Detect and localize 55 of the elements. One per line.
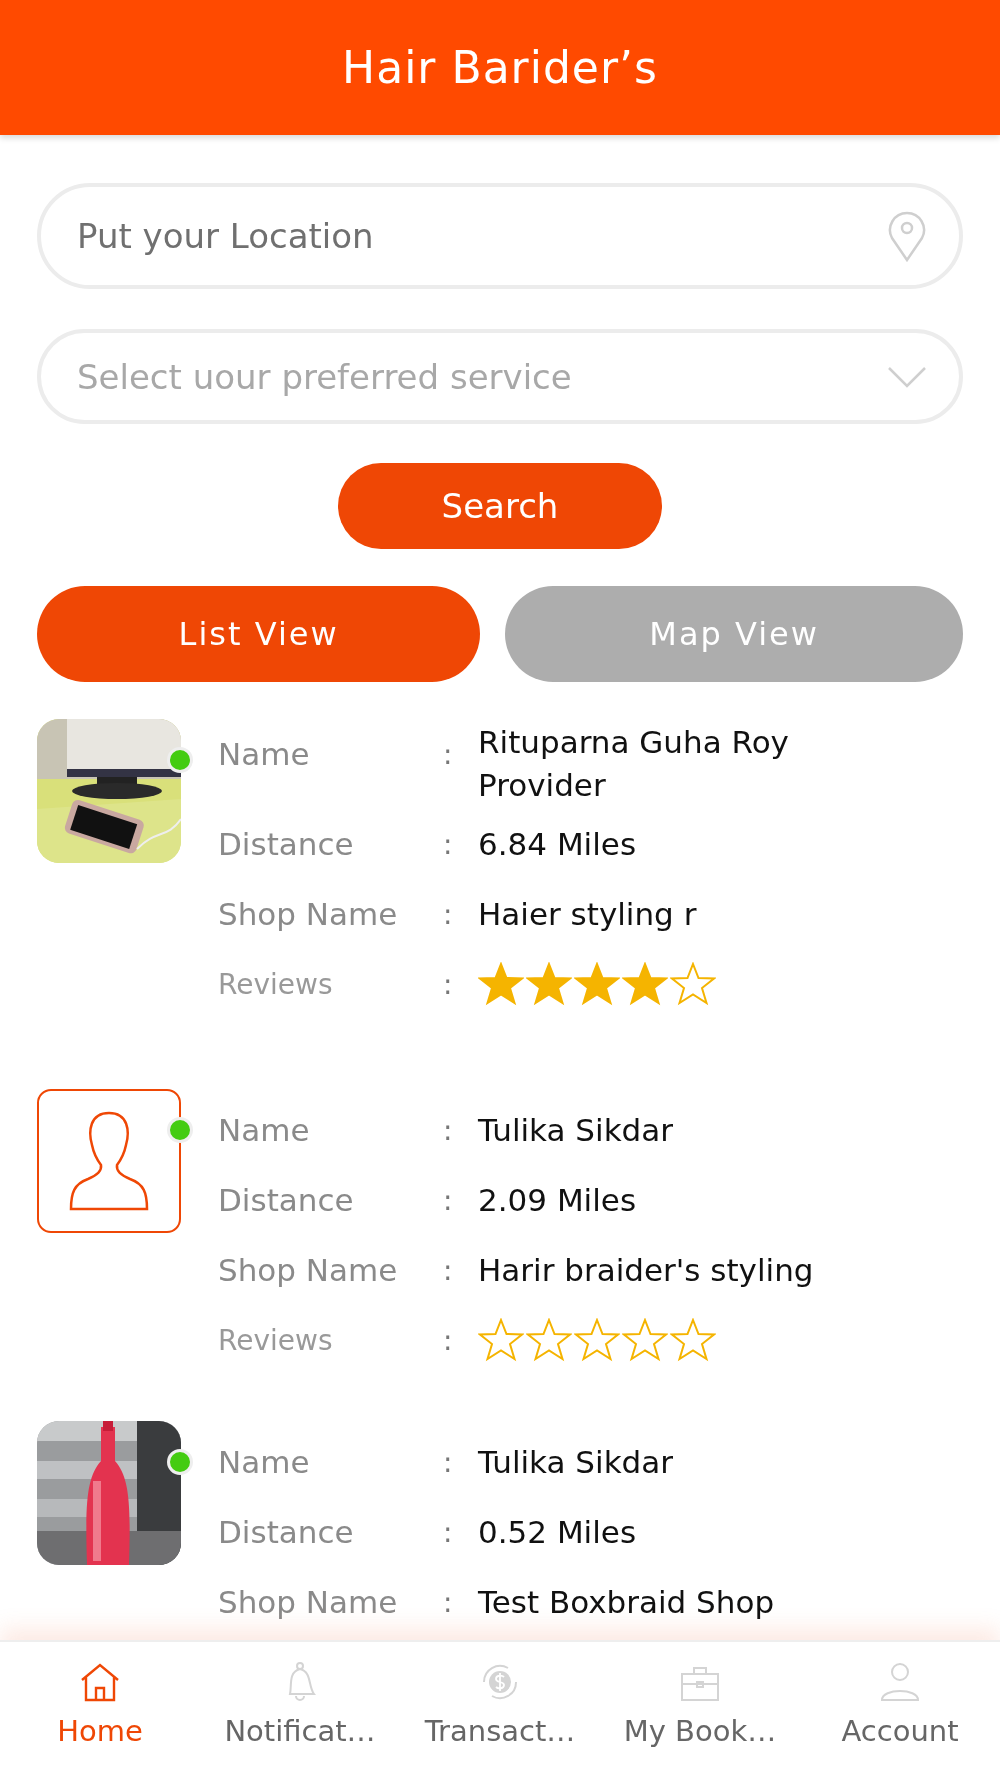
field-label: Distance — [218, 825, 355, 864]
field-label: Name — [218, 1111, 311, 1150]
colon: : — [443, 1322, 454, 1359]
field-value: 0.52 Miles — [478, 1512, 638, 1552]
nav-tab[interactable]: Transact… — [400, 1642, 600, 1778]
star-outline-icon — [622, 1318, 668, 1362]
field-value: Tulika Sikdar — [478, 1110, 675, 1150]
field-value: Haier styling r — [478, 894, 698, 934]
location-pin-icon — [887, 210, 927, 262]
service-dropdown[interactable]: Select uour preferred service — [37, 329, 963, 424]
star-filled-icon — [526, 962, 572, 1006]
app-title: Hair Barider’s — [342, 42, 658, 93]
star-outline-icon — [670, 962, 716, 1006]
field-label: Shop Name — [218, 895, 399, 934]
colon: : — [443, 966, 454, 1003]
star-outline-icon — [478, 1318, 524, 1362]
nav-tab[interactable]: Notificat… — [200, 1642, 400, 1778]
field-label: Name — [218, 735, 311, 774]
field-label: Reviews — [218, 966, 334, 1003]
colon: : — [443, 1182, 454, 1219]
field-label: Shop Name — [218, 1251, 399, 1290]
star-outline-icon — [670, 1318, 716, 1362]
field-value: Rituparna Guha Roy Provider — [478, 723, 790, 805]
field-value: Tulika Sikdar — [478, 1442, 675, 1482]
star-outline-icon — [526, 1318, 572, 1362]
nav-tab[interactable]: Home — [0, 1642, 200, 1778]
field-label: Reviews — [218, 1322, 334, 1359]
colon: : — [443, 1514, 454, 1551]
search-button[interactable]: Search — [338, 463, 662, 549]
colon: : — [443, 1252, 454, 1289]
person-silhouette-icon — [68, 1109, 150, 1213]
star-outline-icon — [574, 1318, 620, 1362]
chevron-down-icon — [887, 365, 927, 388]
colon: : — [443, 826, 454, 863]
view-tab[interactable]: List View — [37, 586, 481, 682]
field-value: 2.09 Miles — [478, 1180, 638, 1220]
nav-tab[interactable]: Account — [800, 1642, 1000, 1778]
field-value: Test Boxbraid Shop — [478, 1582, 776, 1622]
location-field[interactable]: Put your Location — [37, 183, 963, 289]
colon: : — [443, 1444, 454, 1481]
colon: : — [443, 1112, 454, 1149]
field-value: 6.84 Miles — [478, 824, 638, 864]
star-filled-icon — [622, 962, 668, 1006]
field-value: Harir braider's styling — [478, 1250, 815, 1290]
colon: : — [443, 896, 454, 933]
star-filled-icon — [478, 962, 524, 1006]
field-label: Distance — [218, 1513, 355, 1552]
star-filled-icon — [574, 962, 620, 1006]
colon: : — [443, 736, 454, 773]
field-label: Shop Name — [218, 1583, 399, 1622]
nav-tab[interactable]: My Book… — [600, 1642, 800, 1778]
colon: : — [443, 1584, 454, 1621]
user-icon — [878, 1660, 922, 1704]
field-label: Distance — [218, 1181, 355, 1220]
field-label: Name — [218, 1443, 311, 1482]
